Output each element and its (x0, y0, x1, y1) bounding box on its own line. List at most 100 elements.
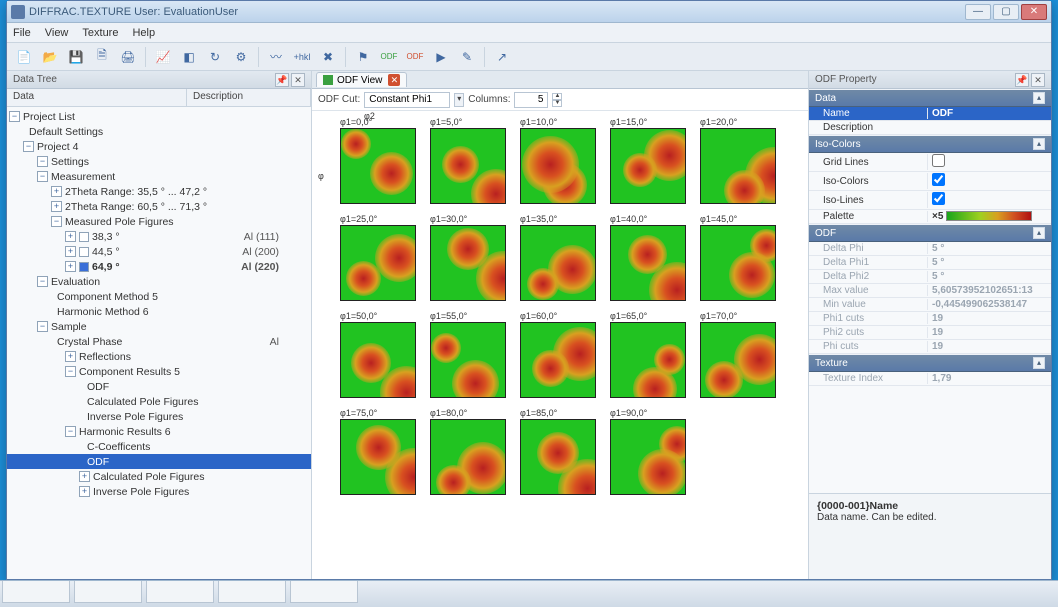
col-desc[interactable]: Description (187, 89, 311, 106)
odf-section-label: φ1=15,0° (610, 117, 688, 127)
collapse-icon[interactable]: ▴ (1033, 92, 1045, 104)
tb-play-icon[interactable]: ▶ (431, 47, 451, 67)
tb-print-icon[interactable]: 🖨 (118, 47, 138, 67)
odf-heatmap (430, 225, 506, 301)
odf-heatmap (340, 128, 416, 204)
tab-odf-view[interactable]: ODF View ✕ (316, 72, 407, 87)
taskbar-item[interactable] (290, 581, 358, 603)
taskbar-item[interactable] (2, 581, 70, 603)
close-button[interactable]: ✕ (1021, 4, 1047, 20)
odf-section-label: φ1=55,0° (430, 311, 508, 321)
isolines-checkbox[interactable] (932, 192, 945, 205)
odf-section[interactable]: φ1=50,0° (340, 311, 418, 398)
odf-section[interactable]: φ1=60,0° (520, 311, 598, 398)
odf-viewer[interactable]: φ φ2 φ1=0,0°φ1=5,0°φ1=10,0°φ1=15,0°φ1=20… (312, 111, 808, 579)
tab-close-icon[interactable]: ✕ (388, 74, 400, 86)
odf-section[interactable]: φ1=45,0° (700, 214, 778, 301)
data-tree-panel: Data Tree 📌 ✕ Data Description −Project … (7, 71, 312, 579)
odf-heatmap (430, 128, 506, 204)
titlebar[interactable]: DIFFRAC.TEXTURE User: EvaluationUser — ▢… (7, 1, 1051, 23)
odf-tab-icon (323, 75, 333, 85)
odf-heatmap (430, 322, 506, 398)
odf-section[interactable]: φ1=15,0° (610, 117, 688, 204)
toggle-icon[interactable]: − (9, 111, 20, 122)
minimize-button[interactable]: — (965, 4, 991, 20)
odf-section[interactable]: φ1=30,0° (430, 214, 508, 301)
prop-palette[interactable]: Palette×5 (809, 210, 1051, 224)
taskbar[interactable] (0, 580, 1058, 607)
menu-view[interactable]: View (45, 27, 69, 39)
columns-input[interactable] (514, 92, 548, 108)
gridlines-checkbox[interactable] (932, 154, 945, 167)
odf-view-panel: ODF View ✕ ODF Cut: ▾ Columns: ▲ ▼ (312, 71, 809, 579)
menu-texture[interactable]: Texture (82, 27, 118, 39)
menu-help[interactable]: Help (132, 27, 155, 39)
taskbar-item[interactable] (146, 581, 214, 603)
odf-section-label: φ1=85,0° (520, 408, 598, 418)
panel-close-icon[interactable]: ✕ (291, 73, 305, 87)
odf-cut-dropdown-icon[interactable]: ▾ (454, 93, 464, 107)
tb-export-icon[interactable]: ↗ (492, 47, 512, 67)
tb-saveas-icon[interactable]: 🗎 (92, 47, 112, 67)
odf-heatmap (700, 322, 776, 398)
tb-odf1-icon[interactable]: ODF (379, 47, 399, 67)
prop-grid-lines[interactable]: Grid Lines (809, 153, 1051, 172)
tb-open-icon[interactable]: 📂 (40, 47, 60, 67)
spin-up-icon[interactable]: ▲ (552, 93, 562, 100)
odf-heatmap (520, 322, 596, 398)
prop-description[interactable]: Description (809, 121, 1051, 135)
tb-new-icon[interactable]: 📄 (14, 47, 34, 67)
isocolors-checkbox[interactable] (932, 173, 945, 186)
prop-iso-colors[interactable]: Iso-Colors (809, 172, 1051, 191)
odf-section[interactable]: φ1=40,0° (610, 214, 688, 301)
panel-pin-icon[interactable]: 📌 (275, 73, 289, 87)
menu-file[interactable]: File (13, 27, 31, 39)
odf-section[interactable]: φ1=75,0° (340, 408, 418, 495)
tree[interactable]: −Project List Default Settings −Project … (7, 107, 311, 579)
col-data[interactable]: Data (7, 89, 187, 106)
tb-chart-icon[interactable]: 📈 (153, 47, 173, 67)
odf-section[interactable]: φ1=90,0° (610, 408, 688, 495)
odf-property-panel: ODF Property 📌 ✕ Data▴ NameODF Descripti… (809, 71, 1051, 579)
prop-close-icon[interactable]: ✕ (1031, 73, 1045, 87)
prop-iso-lines[interactable]: Iso-Lines (809, 191, 1051, 210)
tb-hkl-icon[interactable]: +hkl (292, 47, 312, 67)
taskbar-item[interactable] (218, 581, 286, 603)
odf-section[interactable]: φ1=0,0° (340, 117, 418, 204)
odf-heatmap (700, 225, 776, 301)
prop-name[interactable]: NameODF (809, 107, 1051, 121)
odf-section[interactable]: φ1=55,0° (430, 311, 508, 398)
odf-section[interactable]: φ1=65,0° (610, 311, 688, 398)
tb-edit-icon[interactable]: ✎ (457, 47, 477, 67)
tb-gear-icon[interactable]: ⚙ (231, 47, 251, 67)
odf-section[interactable]: φ1=25,0° (340, 214, 418, 301)
prop-pin-icon[interactable]: 📌 (1015, 73, 1029, 87)
odf-section-label: φ1=45,0° (700, 214, 778, 224)
tree-row-selected: ODF (7, 454, 311, 469)
tb-save-icon[interactable]: 💾 (66, 47, 86, 67)
odf-section[interactable]: φ1=10,0° (520, 117, 598, 204)
odf-section-label: φ1=65,0° (610, 311, 688, 321)
tb-wave-icon[interactable]: 〰 (266, 47, 286, 67)
odf-heatmap (610, 225, 686, 301)
odf-section-label: φ1=10,0° (520, 117, 598, 127)
spin-down-icon[interactable]: ▼ (552, 100, 562, 107)
odf-section[interactable]: φ1=20,0° (700, 117, 778, 204)
odf-section[interactable]: φ1=80,0° (430, 408, 508, 495)
tb-odf2-icon[interactable]: ODF (405, 47, 425, 67)
odf-cut-select[interactable] (364, 92, 450, 108)
tb-contour-icon[interactable]: ◧ (179, 47, 199, 67)
odf-section-label: φ1=50,0° (340, 311, 418, 321)
odf-section[interactable]: φ1=5,0° (430, 117, 508, 204)
tb-flag-icon[interactable]: ⚑ (353, 47, 373, 67)
odf-property-title: ODF Property (815, 74, 877, 85)
odf-section-label: φ1=20,0° (700, 117, 778, 127)
odf-section[interactable]: φ1=85,0° (520, 408, 598, 495)
taskbar-item[interactable] (74, 581, 142, 603)
odf-section[interactable]: φ1=35,0° (520, 214, 598, 301)
tb-refresh-icon[interactable]: ↻ (205, 47, 225, 67)
odf-section[interactable]: φ1=70,0° (700, 311, 778, 398)
odf-heatmap (610, 128, 686, 204)
maximize-button[interactable]: ▢ (993, 4, 1019, 20)
tb-delete-icon[interactable]: ✖ (318, 47, 338, 67)
